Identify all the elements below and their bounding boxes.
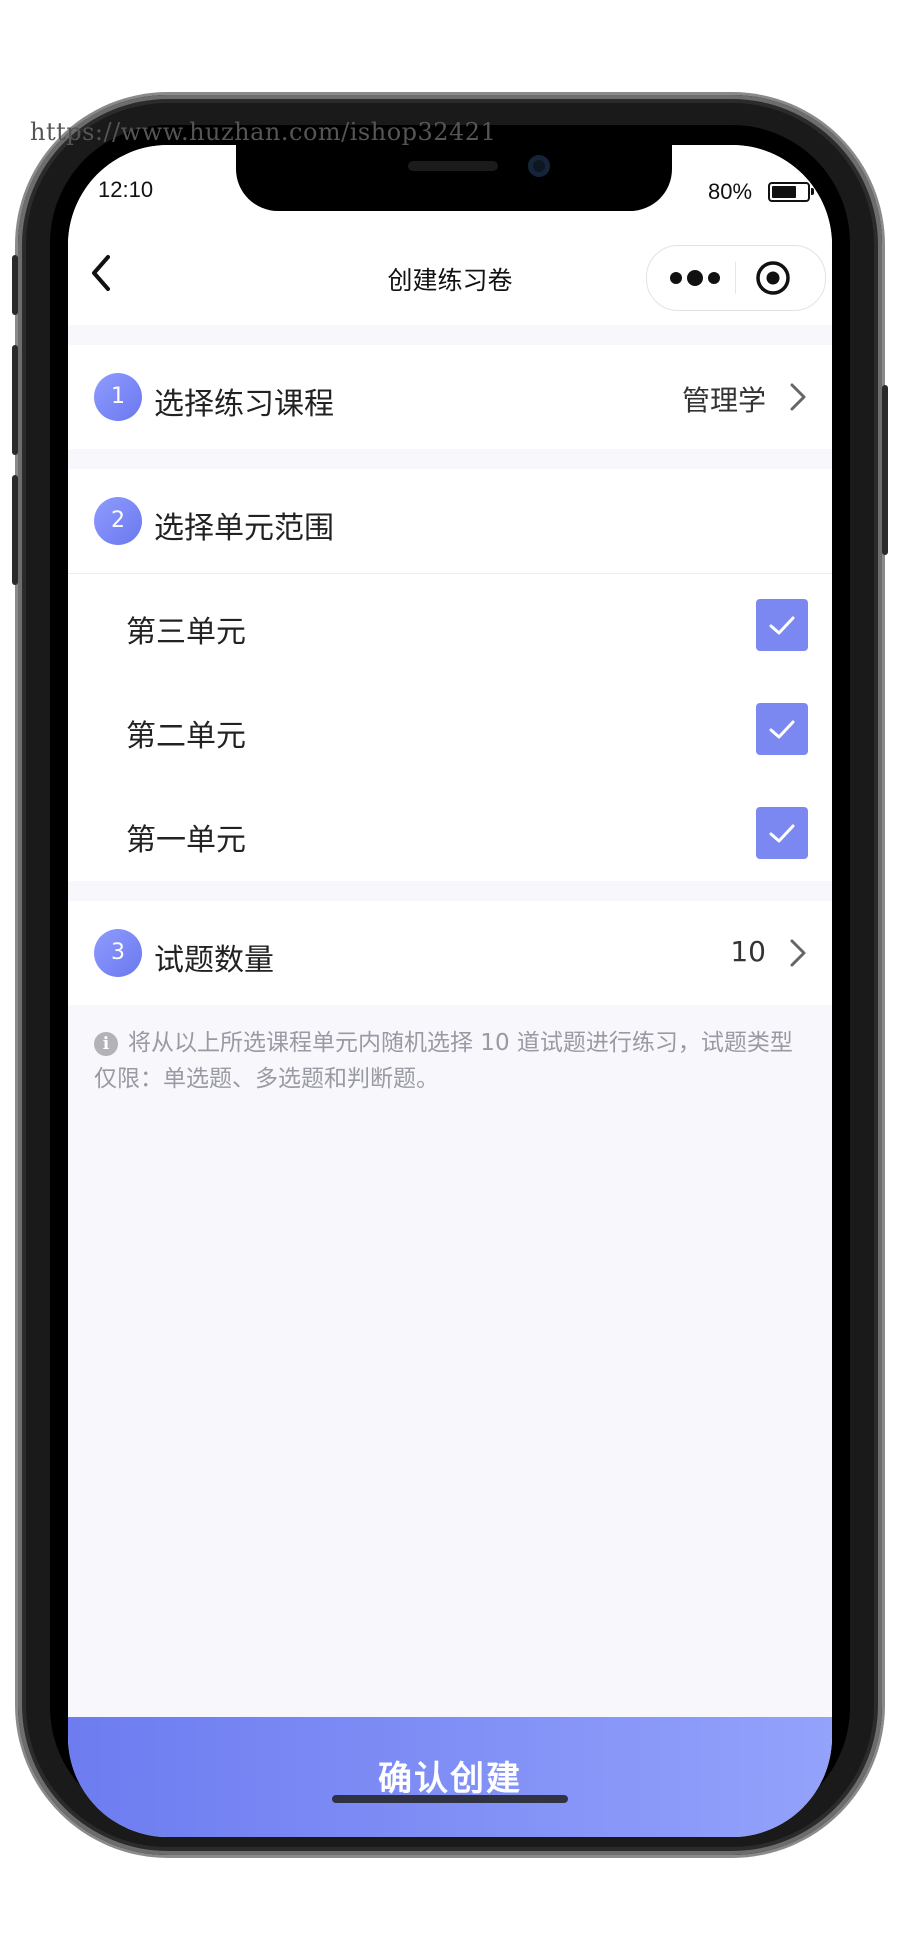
unit-checkbox[interactable] [756,807,808,859]
mini-program-capsule [646,245,826,311]
checkmark-icon [769,616,795,635]
camera-icon [528,155,550,177]
units-section: 2 选择单元范围 第三单元 第二单元 第一单元 [68,469,832,881]
unit-checkbox[interactable] [756,703,808,755]
unit-label: 第三单元 [126,615,246,650]
notch [236,145,672,211]
battery-percent: 80% [708,179,753,204]
battery-level [772,186,796,198]
checkmark-icon [769,720,795,739]
checkmark-icon [769,824,795,843]
step-number-2: 2 [94,497,142,545]
course-value: 管理学 [681,384,766,417]
question-count-row[interactable]: 3 试题数量 10 [68,901,832,1005]
phone-frame: 12:10 80% 创建练习卷 1 选择练习课程 管理学 2 选择单元范围 第三… [12,95,888,1855]
unit-row[interactable]: 第三单元 [68,573,832,677]
power-button [882,385,888,555]
course-row[interactable]: 1 选择练习课程 管理学 [68,345,832,449]
watermark-url: https://www.huzhan.com/ishop32421 [30,118,497,146]
home-indicator [332,1795,568,1803]
confirm-create-label: 确认创建 [378,1759,522,1799]
unit-checkbox[interactable] [756,599,808,651]
info-icon: i [94,1031,118,1056]
units-section-title: 选择单元范围 [154,511,334,546]
confirm-create-button[interactable]: 确认创建 [68,1717,832,1837]
speaker [408,161,498,171]
status-time: 12:10 [98,177,154,202]
unit-row[interactable]: 第二单元 [68,677,832,781]
nav-bar: 创建练习卷 [68,225,832,325]
chevron-right-icon [788,381,808,413]
volume-down-button [12,475,18,585]
unit-row[interactable]: 第一单元 [68,781,832,885]
info-note: i 将从以上所选课程单元内随机选择 10 道试题进行练习，试题类型仅限：单选题、多… [94,1025,806,1097]
info-text: 将从以上所选课程单元内随机选择 10 道试题进行练习，试题类型仅限：单选题、多选… [94,1030,793,1092]
question-count-value: 10 [730,935,766,968]
course-row-title: 选择练习课程 [154,387,334,422]
more-dots-icon[interactable] [667,264,723,292]
step-number-3: 3 [94,929,142,977]
screen: 12:10 80% 创建练习卷 1 选择练习课程 管理学 2 选择单元范围 第三… [68,145,832,1837]
question-count-title: 试题数量 [154,943,274,978]
mute-switch [12,255,18,315]
unit-label: 第一单元 [126,823,246,858]
capsule-divider [735,262,736,294]
battery-icon [768,182,814,202]
volume-up-button [12,345,18,455]
unit-label: 第二单元 [126,719,246,754]
chevron-right-icon [788,937,808,969]
target-circle-icon[interactable] [755,260,791,296]
step-number-1: 1 [94,373,142,421]
